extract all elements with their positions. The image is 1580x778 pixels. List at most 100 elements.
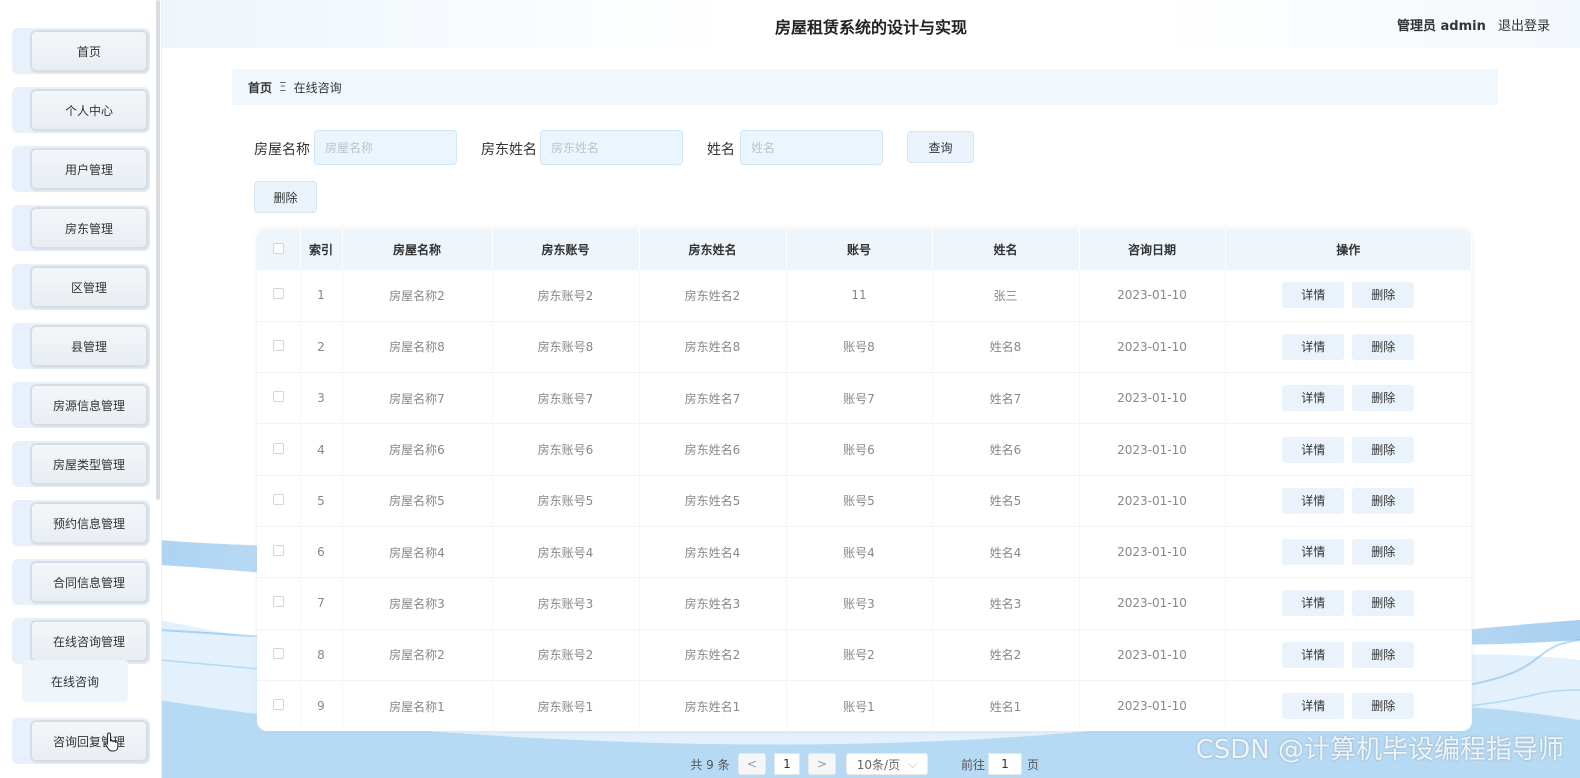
row-select-cell [257, 577, 301, 630]
house-name-label: 房屋名称 [254, 142, 310, 158]
detail-button[interactable]: 详情 [1282, 333, 1345, 360]
breadcrumb-home[interactable]: 首页 [248, 79, 272, 96]
row-checkbox[interactable] [272, 545, 284, 557]
delete-button[interactable]: 删除 [1352, 693, 1415, 720]
detail-button[interactable]: 详情 [1282, 539, 1345, 566]
sidebar-item-landlord-management[interactable]: 房东管理 [12, 205, 150, 251]
landlord-name-cell: 房东姓名3 [639, 577, 787, 630]
actions-cell: 详情 删除 [1225, 577, 1472, 630]
house-name-input[interactable] [314, 130, 457, 165]
sidebar-item-county-management[interactable]: 县管理 [12, 323, 150, 369]
sidebar-item-personal-center[interactable]: 个人中心 [12, 87, 150, 133]
landlord-name-cell: 房东姓名5 [639, 475, 787, 527]
row-checkbox[interactable] [272, 647, 284, 659]
delete-button[interactable]: 删除 [1352, 385, 1415, 412]
column-header: 账号 [786, 229, 933, 270]
sidebar-item-home[interactable]: 首页 [12, 28, 150, 74]
row-select-cell [257, 629, 301, 681]
delete-button[interactable]: 删除 [1352, 641, 1415, 668]
goto-page-input[interactable]: 1 [988, 753, 1022, 775]
name-label: 姓名 [707, 142, 735, 158]
column-header: 姓名 [932, 229, 1080, 270]
index-cell: 6 [300, 526, 343, 578]
name-input[interactable] [740, 130, 883, 165]
date-cell: 2023-01-10 [1079, 321, 1226, 373]
page-size-select[interactable]: 10条/页 ⌵ [846, 753, 928, 775]
landlord-name-input[interactable] [540, 130, 683, 165]
account-cell: 账号3 [786, 577, 933, 630]
actions-cell: 详情 删除 [1225, 680, 1472, 731]
landlord-account-cell: 房东账号6 [492, 423, 640, 476]
row-checkbox[interactable] [272, 339, 284, 351]
table-row: 5 房屋名称5 房东账号5 房东姓名5 账号5 姓名5 2023-01-10 详情 删除 [257, 475, 1472, 527]
date-cell: 2023-01-10 [1079, 629, 1226, 681]
detail-button[interactable]: 详情 [1282, 385, 1345, 412]
batch-delete-button[interactable]: 删除 [254, 181, 317, 213]
row-select-cell [257, 321, 301, 373]
current-user: 管理员 admin [1396, 19, 1486, 34]
sidebar-item-reply-management[interactable]: 咨询回复管理 [12, 718, 150, 764]
sidebar-item-contract-management[interactable]: 合同信息管理 [12, 559, 150, 605]
logout-link[interactable]: 退出登录 [1498, 19, 1550, 34]
sidebar-scrollbar[interactable] [156, 0, 160, 500]
detail-button[interactable]: 详情 [1282, 641, 1345, 668]
row-checkbox[interactable] [272, 442, 284, 454]
row-checkbox[interactable] [272, 288, 284, 300]
row-checkbox[interactable] [272, 699, 284, 711]
select-all-checkbox[interactable] [272, 242, 284, 254]
prev-page-button[interactable]: < [738, 753, 766, 775]
account-cell: 11 [786, 270, 933, 322]
house-name-cell: 房屋名称5 [342, 475, 493, 527]
account-cell: 账号8 [786, 321, 933, 373]
delete-button[interactable]: 删除 [1352, 436, 1415, 463]
name-cell: 姓名1 [932, 680, 1080, 731]
pagination-total: 共 9 条 [690, 757, 730, 772]
column-header: 操作 [1225, 229, 1472, 270]
date-cell: 2023-01-10 [1079, 577, 1226, 630]
sidebar-subitem-online-consultation[interactable]: 在线咨询 [22, 660, 128, 702]
sidebar-item-consultation-management[interactable]: 在线咨询管理 [12, 618, 150, 664]
sidebar-item-label: 用户管理 [30, 148, 148, 190]
account-cell: 账号2 [786, 629, 933, 681]
row-select-cell [257, 270, 301, 322]
query-button[interactable]: 查询 [907, 131, 974, 163]
detail-button[interactable]: 详情 [1282, 436, 1345, 463]
row-checkbox[interactable] [272, 391, 284, 403]
delete-button[interactable]: 删除 [1352, 590, 1415, 617]
sidebar-item-label: 个人中心 [30, 89, 148, 131]
date-cell: 2023-01-10 [1079, 680, 1226, 731]
page-size-value: 10条/页 [856, 757, 901, 772]
name-cell: 姓名6 [932, 423, 1080, 476]
detail-button[interactable]: 详情 [1282, 487, 1345, 514]
delete-button[interactable]: 删除 [1352, 282, 1415, 309]
detail-button[interactable]: 详情 [1282, 590, 1345, 617]
account-cell: 账号1 [786, 680, 933, 731]
page-number-button[interactable]: 1 [774, 753, 800, 775]
column-header: 索引 [300, 229, 343, 270]
sidebar-item-appointment-management[interactable]: 预约信息管理 [12, 500, 150, 546]
sidebar-item-district-management[interactable]: 区管理 [12, 264, 150, 310]
index-cell: 5 [300, 475, 343, 527]
house-name-cell: 房屋名称7 [342, 372, 493, 424]
delete-button[interactable]: 删除 [1352, 487, 1415, 514]
name-cell: 姓名7 [932, 372, 1080, 424]
detail-button[interactable]: 详情 [1282, 693, 1345, 720]
next-page-button[interactable]: > [808, 753, 836, 775]
delete-button[interactable]: 删除 [1352, 539, 1415, 566]
name-cell: 张三 [932, 270, 1080, 322]
row-checkbox[interactable] [272, 596, 284, 608]
sidebar-item-listing-management[interactable]: 房源信息管理 [12, 382, 150, 428]
name-cell: 姓名5 [932, 475, 1080, 527]
table-row: 9 房屋名称1 房东账号1 房东姓名1 账号1 姓名1 2023-01-10 详情 删除 [257, 680, 1472, 731]
sidebar-item-house-type-management[interactable]: 房屋类型管理 [12, 441, 150, 487]
detail-button[interactable]: 详情 [1282, 282, 1345, 309]
landlord-name-cell: 房东姓名2 [639, 629, 787, 681]
date-cell: 2023-01-10 [1079, 372, 1226, 424]
index-cell: 9 [300, 680, 343, 731]
row-select-cell [257, 526, 301, 578]
select-all-header [257, 229, 301, 270]
delete-button[interactable]: 删除 [1352, 333, 1415, 360]
sidebar-item-user-management[interactable]: 用户管理 [12, 146, 150, 192]
watermark: CSDN @计算机毕设编程指导师 [1195, 735, 1564, 765]
row-checkbox[interactable] [272, 493, 284, 505]
